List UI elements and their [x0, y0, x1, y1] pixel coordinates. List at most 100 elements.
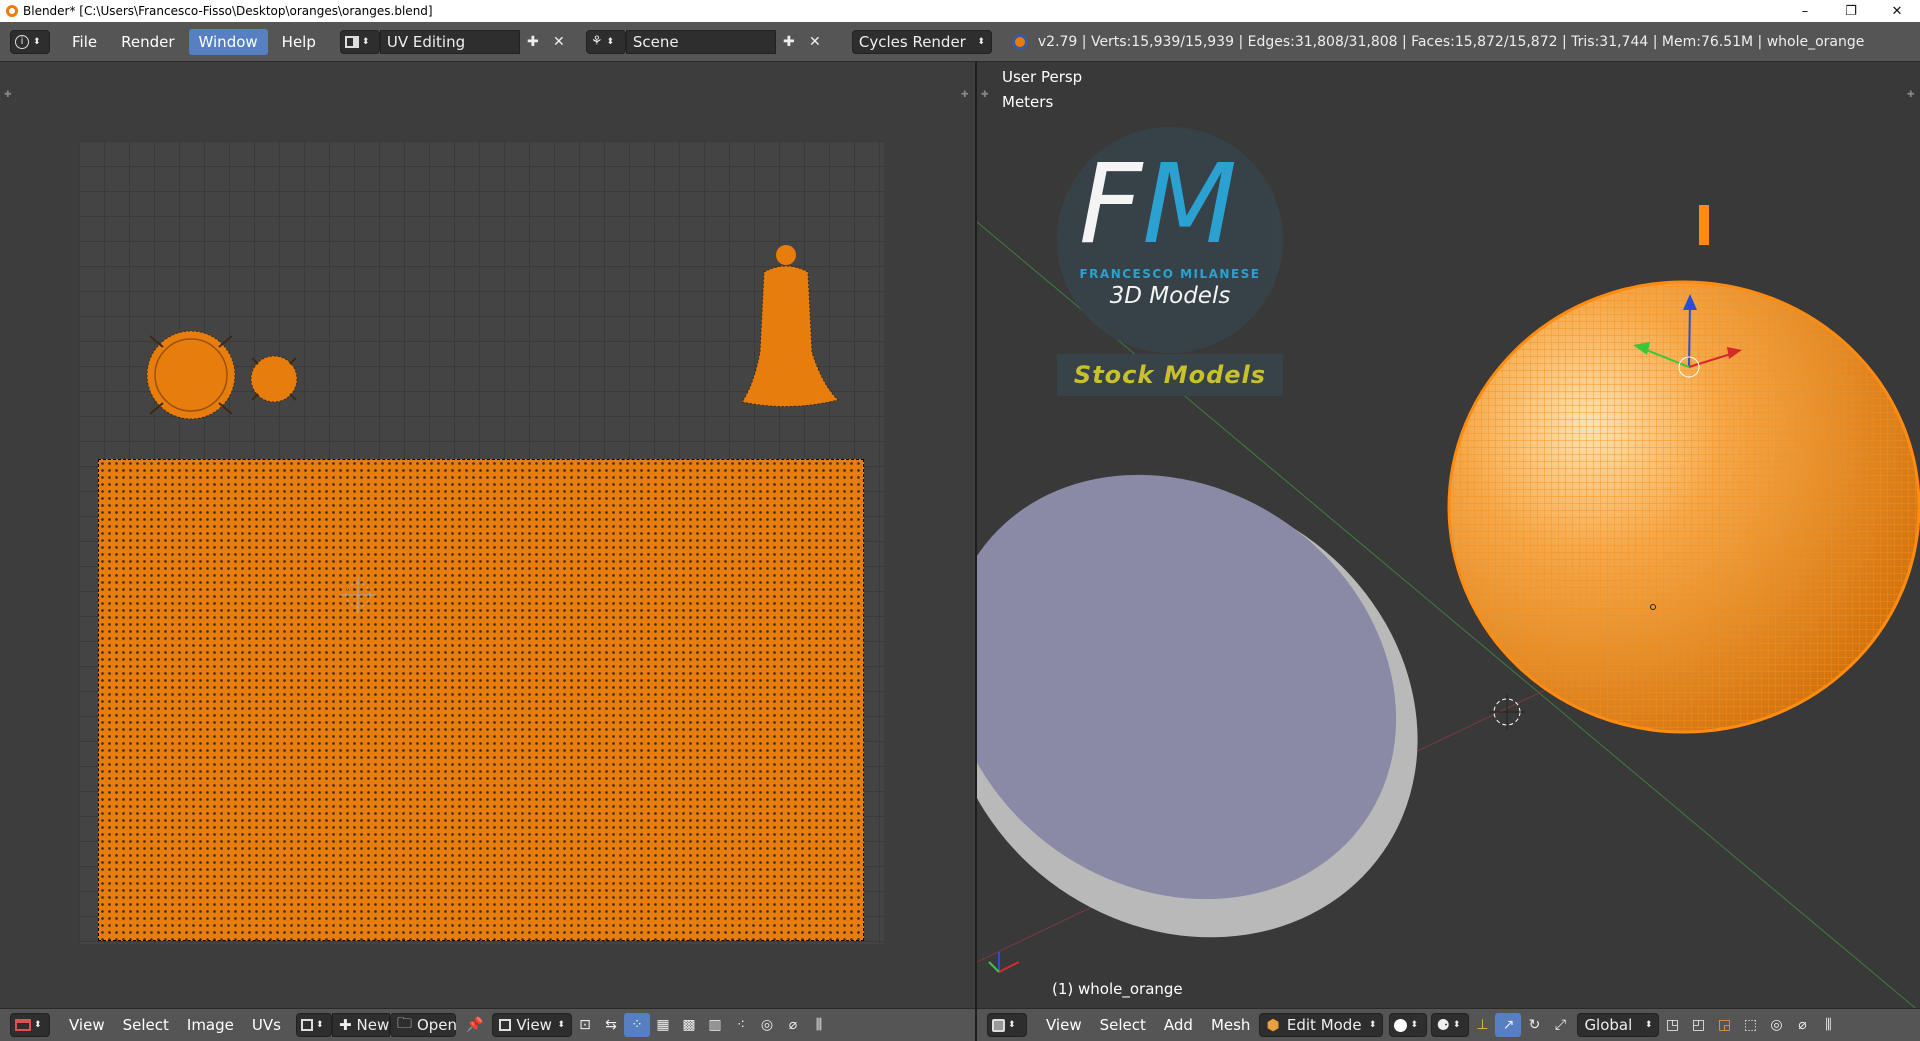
- menu-select[interactable]: Select: [1091, 1016, 1155, 1034]
- island-select-mode[interactable]: ▥: [702, 1013, 728, 1037]
- chevron-updown-icon: ⬍: [361, 36, 370, 47]
- uv-editor-header: ⬍ View Select Image UVs ⬍ ✚ New 🗀 Open 📌 V…: [0, 1008, 975, 1041]
- uv-island-cap-small[interactable]: [250, 355, 298, 403]
- blender-logo-icon: [1011, 33, 1028, 50]
- interaction-mode-select[interactable]: ⬢ Edit Mode ⬍: [1259, 1013, 1384, 1037]
- menu-help[interactable]: Help: [272, 29, 326, 55]
- menu-uvs[interactable]: UVs: [243, 1016, 290, 1034]
- uv-island-stem[interactable]: [741, 245, 839, 407]
- sticky-icon: ⁖: [736, 1017, 746, 1033]
- editor-type-selector[interactable]: ⬍: [10, 1013, 50, 1037]
- occlusion-toggle[interactable]: ⬚: [1737, 1013, 1763, 1037]
- restore-button[interactable]: ❐: [1828, 0, 1874, 22]
- proportional-icon: ◎: [760, 1017, 774, 1033]
- proportional-edit-toggle[interactable]: ◎: [754, 1013, 780, 1037]
- stock-models-badge: Stock Models: [1057, 354, 1283, 396]
- chevron-updown-icon: ⬍: [34, 1020, 42, 1030]
- vertex-select-icon: ⁘: [631, 1017, 643, 1033]
- editor-type-selector[interactable]: ⬍: [987, 1013, 1027, 1037]
- minimize-button[interactable]: –: [1782, 0, 1828, 22]
- sync-selection-toggle[interactable]: ⇆: [598, 1013, 624, 1037]
- plus-icon: ✚: [527, 33, 539, 50]
- delete-scene-button[interactable]: ✕: [802, 30, 828, 54]
- uv-island-body[interactable]: [98, 459, 864, 941]
- snap-toggle[interactable]: ⌀: [780, 1013, 806, 1037]
- editor-type-selector[interactable]: i ⬍: [10, 29, 50, 54]
- edge-select-mode[interactable]: ◰: [1685, 1013, 1711, 1037]
- menu-view[interactable]: View: [60, 1016, 114, 1034]
- folder-icon: 🗀: [396, 1013, 412, 1032]
- pivot-select[interactable]: ⊡: [572, 1013, 598, 1037]
- new-image-button[interactable]: ✚ New: [331, 1013, 390, 1037]
- open-image-button[interactable]: 🗀 Open: [389, 1013, 457, 1037]
- arrow-icon: ↗: [1502, 1017, 1515, 1033]
- layout-browse-button[interactable]: ⬍: [339, 29, 380, 54]
- edge-select-mode[interactable]: ▦: [650, 1013, 676, 1037]
- pivot-point-select[interactable]: ⚈ ⬍: [1431, 1013, 1470, 1037]
- snap-toggle[interactable]: ⌀: [1789, 1013, 1815, 1037]
- layout-icon: [344, 35, 359, 48]
- snap-element-select[interactable]: ⫼: [1815, 1013, 1841, 1037]
- proportional-edit-toggle[interactable]: ◎: [1763, 1013, 1789, 1037]
- scene-name-field[interactable]: Scene: [625, 29, 776, 54]
- rotate-icon: ↻: [1528, 1017, 1541, 1033]
- layout-name-field[interactable]: UV Editing: [379, 29, 520, 54]
- orange-slice-object[interactable]: [977, 388, 1506, 1008]
- view-mode-select[interactable]: View ⬍: [491, 1013, 572, 1037]
- uv-image-editor[interactable]: ✚ ✚: [0, 62, 975, 1008]
- sticky-select-mode[interactable]: ⁖: [728, 1013, 754, 1037]
- shading-select[interactable]: ⬍: [1389, 1013, 1428, 1037]
- snap-element-icon: ⫼: [815, 1017, 823, 1033]
- chevron-updown-icon: ⬍: [33, 36, 41, 47]
- menu-add[interactable]: Add: [1155, 1016, 1202, 1034]
- 3d-cursor: [1489, 694, 1525, 730]
- snap-element-select[interactable]: ⫼: [806, 1013, 832, 1037]
- logo-name: FRANCESCO MILANESE: [1079, 267, 1261, 281]
- pin-image-button[interactable]: 📌: [462, 1013, 488, 1037]
- orientation-value: Global: [1584, 1016, 1633, 1034]
- pin-icon: 📌: [466, 1017, 484, 1033]
- vertex-select-mode[interactable]: ◳: [1659, 1013, 1685, 1037]
- close-button[interactable]: ✕: [1874, 0, 1920, 22]
- menu-mesh[interactable]: Mesh: [1202, 1016, 1260, 1034]
- menu-window[interactable]: Window: [188, 28, 268, 55]
- scale-manipulator[interactable]: ⤢: [1547, 1013, 1573, 1037]
- vertex-select-mode[interactable]: ⁘: [623, 1013, 650, 1037]
- view-icon: [498, 1019, 511, 1031]
- chevron-updown-icon: ⬍: [557, 1020, 565, 1030]
- render-engine-select[interactable]: Cycles Render ⬍: [851, 29, 992, 54]
- image-browse-button[interactable]: ⬍: [295, 1013, 332, 1037]
- translate-manipulator[interactable]: ↗: [1495, 1013, 1522, 1037]
- plus-icon: ✚: [338, 1016, 352, 1034]
- menu-file[interactable]: File: [62, 29, 107, 55]
- scene-browse-button[interactable]: ⚘ ⬍: [585, 29, 626, 54]
- manipulator-toggle[interactable]: ⊥: [1469, 1013, 1495, 1037]
- uv-island-cap-large[interactable]: [146, 330, 236, 420]
- whole-orange-object[interactable]: [1447, 205, 1920, 734]
- add-layout-button[interactable]: ✚: [520, 30, 546, 54]
- face-select-mode[interactable]: ▩: [676, 1013, 702, 1037]
- face-select-mode[interactable]: ◲: [1711, 1013, 1737, 1037]
- delete-layout-button[interactable]: ✕: [546, 30, 572, 54]
- chevron-updown-icon: ⬍: [1452, 1020, 1461, 1030]
- menu-render[interactable]: Render: [111, 29, 184, 55]
- manipulator-icon: ⊥: [1476, 1017, 1489, 1033]
- render-engine-value: Cycles Render: [858, 32, 966, 51]
- menu-image[interactable]: Image: [178, 1016, 243, 1034]
- axis-gizmo: [988, 952, 1020, 973]
- active-object-label: (1) whole_orange: [1052, 980, 1183, 998]
- 3d-viewport[interactable]: ✚ ✚ User Persp Meters FM FRANCESCO MILAN…: [977, 62, 1920, 1008]
- chevron-updown-icon: ⬍: [606, 36, 615, 47]
- scene-stats: v2.79 | Verts:15,939/15,939 | Edges:31,8…: [1037, 33, 1865, 50]
- menu-select[interactable]: Select: [114, 1016, 178, 1034]
- proportional-icon: ◎: [1770, 1017, 1783, 1033]
- edge-select-icon: ▦: [656, 1017, 670, 1033]
- add-scene-button[interactable]: ✚: [776, 30, 802, 54]
- blender-icon: [6, 5, 18, 17]
- face-select-icon: ▩: [682, 1017, 696, 1033]
- rotate-manipulator[interactable]: ↻: [1521, 1013, 1547, 1037]
- info-icon: i: [15, 34, 29, 49]
- transform-orientation-select[interactable]: Global ⬍: [1577, 1013, 1660, 1037]
- window-titlebar: Blender* [C:\Users\Francesco-Fisso\Deskt…: [0, 0, 1920, 22]
- menu-view[interactable]: View: [1037, 1016, 1091, 1034]
